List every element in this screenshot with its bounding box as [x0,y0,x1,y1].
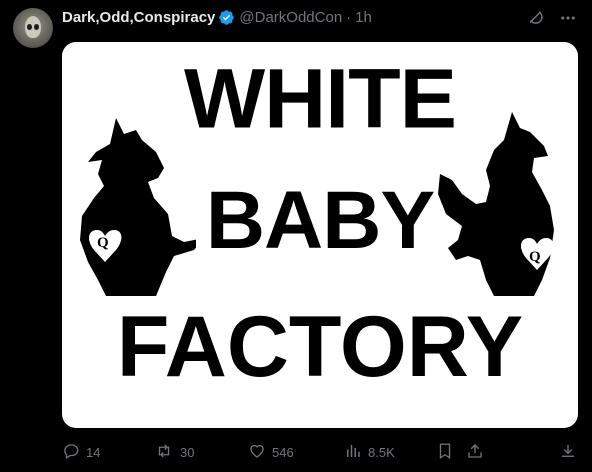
bookmark-icon [436,442,460,463]
bookmark-button[interactable] [436,442,460,463]
repost-button[interactable]: 30 [154,442,194,463]
share-button[interactable] [466,442,490,463]
right-fox-silhouette [438,112,554,296]
reply-count: 14 [86,444,101,460]
like-button[interactable]: 546 [248,442,294,463]
reply-button[interactable]: 14 [62,442,100,463]
repost-count: 30 [180,444,195,460]
tweet-top-actions [526,8,578,28]
views-count: 8.5K [368,444,395,460]
separator-dot: · [346,8,352,26]
left-fox-silhouette [80,118,196,296]
timestamp[interactable]: 1h [355,9,372,26]
views-icon [344,442,368,463]
avatar-eye-left [27,24,32,30]
download-icon [559,442,583,463]
reply-icon [62,442,86,463]
tweet-media-image[interactable]: WHITE BABY FACTORY Q Q [62,42,578,428]
repost-icon [154,442,180,463]
download-button[interactable] [559,442,583,463]
verified-badge-icon [218,9,235,26]
left-heart-badge-letter: Q [97,235,109,251]
author-handle[interactable]: @DarkOddCon [239,9,342,26]
right-heart-badge-letter: Q [529,249,541,265]
more-icon[interactable] [558,8,578,28]
media-text-line-3: FACTORY [116,299,524,395]
tweet-header: Dark,Odd,Conspiracy @DarkOddCon · 1h [62,7,372,27]
like-icon [248,442,272,463]
avatar[interactable] [13,8,53,48]
display-name[interactable]: Dark,Odd,Conspiracy [62,9,215,26]
tweet-action-bar: 14 30 546 8.5K [62,441,582,463]
like-count: 546 [272,444,294,460]
grok-icon[interactable] [526,8,546,28]
share-icon [466,442,490,463]
avatar-eye-right [34,24,39,30]
views-button[interactable]: 8.5K [344,442,395,463]
tweet: Dark,Odd,Conspiracy @DarkOddCon · 1h WHI… [0,0,592,472]
